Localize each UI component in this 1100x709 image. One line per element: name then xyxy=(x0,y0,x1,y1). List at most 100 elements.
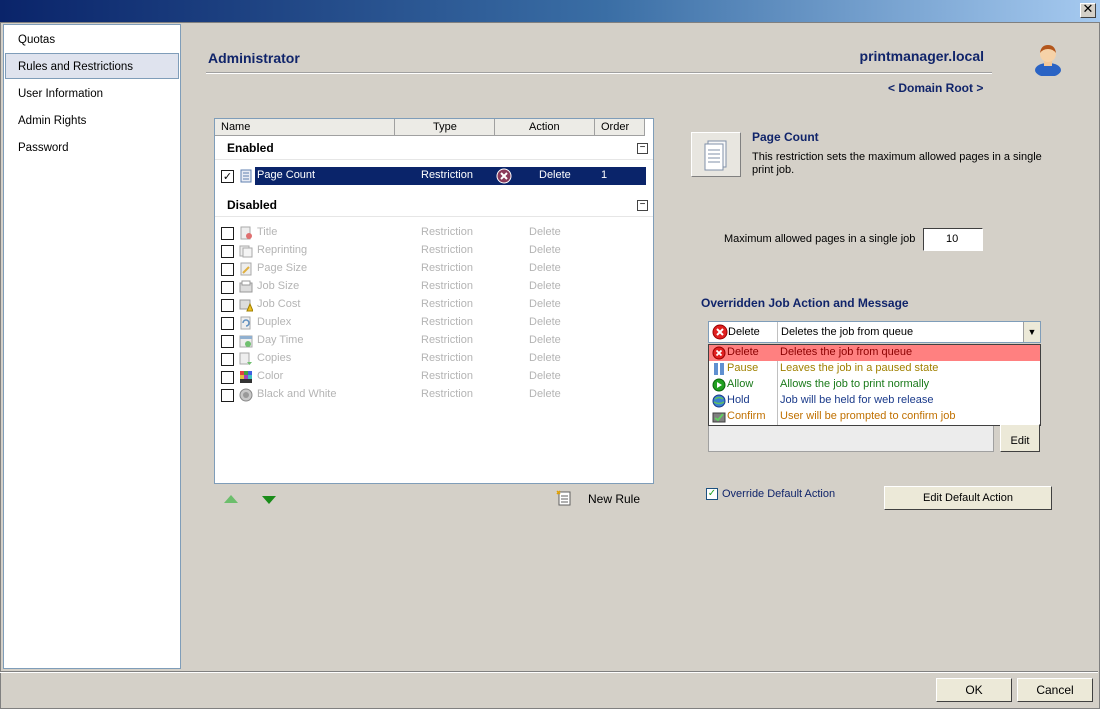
black-and-white-icon xyxy=(239,388,253,402)
sidebar-item-admin-rights[interactable]: Admin Rights xyxy=(5,107,179,133)
rule-action: Delete xyxy=(529,352,561,364)
option-desc: User will be prompted to confirm job xyxy=(780,410,956,422)
ok-button[interactable]: OK xyxy=(936,678,1012,702)
rule-checkbox[interactable] xyxy=(221,335,234,348)
option-pause[interactable]: Pause Leaves the job in a paused state xyxy=(709,361,1040,377)
rule-action: Delete xyxy=(529,244,561,256)
table-row[interactable]: Job Cost Restriction Delete xyxy=(215,296,653,314)
table-row[interactable]: Color Restriction Delete xyxy=(215,368,653,386)
domain-root-link[interactable]: < Domain Root > xyxy=(888,81,983,95)
job-action-dropdown[interactable]: Delete Deletes the job from queue ▼ xyxy=(708,321,1041,343)
group-header-enabled: Enabled xyxy=(227,141,274,155)
override-default-checkbox[interactable]: ✓ xyxy=(706,488,718,500)
copies-icon xyxy=(239,352,252,365)
option-name: Confirm xyxy=(727,410,766,422)
option-desc: Job will be held for web release xyxy=(780,394,934,406)
group-divider xyxy=(215,159,653,160)
rule-action: Delete xyxy=(529,280,561,292)
close-window-button[interactable]: ✕ xyxy=(1080,3,1096,18)
override-default-label[interactable]: Override Default Action xyxy=(722,488,835,500)
table-row[interactable]: Duplex Restriction Delete xyxy=(215,314,653,332)
allow-icon xyxy=(712,378,726,392)
rule-type: Restriction xyxy=(421,298,473,310)
move-up-icon[interactable] xyxy=(224,495,238,503)
group-header-disabled: Disabled xyxy=(227,198,278,212)
option-desc: Allows the job to print normally xyxy=(780,378,930,390)
chevron-down-icon[interactable]: ▼ xyxy=(1023,322,1040,342)
page-count-large-icon xyxy=(704,140,727,171)
cancel-button[interactable]: Cancel xyxy=(1017,678,1093,702)
rule-detail-icon-box xyxy=(691,132,741,177)
job-size-icon xyxy=(239,280,253,293)
table-row-page-count[interactable]: ✓ Page Count Restriction Delete 1 xyxy=(215,167,653,185)
rule-detail-description: This restriction sets the maximum allowe… xyxy=(752,151,1042,176)
edit-message-button[interactable]: Edit xyxy=(1000,424,1040,452)
option-confirm[interactable]: Confirm User will be prompted to confirm… xyxy=(709,409,1040,425)
rule-type: Restriction xyxy=(421,334,473,346)
rule-name: Page Size xyxy=(257,262,308,274)
collapse-disabled-button[interactable]: − xyxy=(637,200,648,211)
table-row[interactable]: Job Size Restriction Delete xyxy=(215,278,653,296)
column-header-name[interactable]: Name xyxy=(215,119,395,136)
rule-type: Restriction xyxy=(421,388,473,400)
rule-checkbox[interactable] xyxy=(221,389,234,402)
rule-detail-title: Page Count xyxy=(752,130,819,144)
rule-checkbox[interactable] xyxy=(221,245,234,258)
rule-type: Restriction xyxy=(421,226,473,238)
max-pages-label: Maximum allowed pages in a single job xyxy=(724,233,916,245)
delete-icon xyxy=(712,324,728,340)
rule-checkbox[interactable] xyxy=(221,299,234,312)
new-rule-icon[interactable] xyxy=(556,490,572,506)
option-name: Pause xyxy=(727,362,759,374)
rule-name: Title xyxy=(257,226,278,238)
job-cost-icon xyxy=(239,299,253,312)
delete-icon xyxy=(712,346,726,360)
rule-type: Restriction xyxy=(421,316,473,328)
collapse-enabled-button[interactable]: − xyxy=(637,143,648,154)
table-row[interactable]: Reprinting Restriction Delete xyxy=(215,242,653,260)
day-time-icon xyxy=(239,335,253,348)
dropdown-selected-desc: Deletes the job from queue xyxy=(781,326,914,338)
rule-checkbox[interactable] xyxy=(221,263,234,276)
rule-name: Day Time xyxy=(257,334,304,346)
sidebar-item-user-information[interactable]: User Information xyxy=(5,80,179,106)
rule-checkbox[interactable] xyxy=(221,227,234,240)
option-delete[interactable]: Delete Deletes the job from queue xyxy=(709,345,1040,361)
move-down-icon[interactable] xyxy=(262,496,276,504)
rule-action: Delete xyxy=(529,388,561,400)
rule-checkbox[interactable] xyxy=(221,281,234,294)
sidebar-item-password[interactable]: Password xyxy=(5,134,179,160)
max-pages-input[interactable]: 10 xyxy=(923,228,983,251)
message-text-box[interactable] xyxy=(708,426,994,452)
group-divider xyxy=(215,216,653,217)
table-row[interactable]: Copies Restriction Delete xyxy=(215,350,653,368)
rule-name: Black and White xyxy=(257,388,337,400)
rule-checkbox[interactable] xyxy=(221,353,234,366)
option-allow[interactable]: Allow Allows the job to print normally xyxy=(709,377,1040,393)
rule-name: Copies xyxy=(257,352,292,364)
color-icon xyxy=(240,371,252,383)
table-row[interactable]: Black and White Restriction Delete xyxy=(215,386,653,404)
user-avatar-icon xyxy=(1035,45,1061,76)
pause-icon xyxy=(714,363,724,375)
column-header-order[interactable]: Order xyxy=(595,119,645,136)
table-row[interactable]: Page Size Restriction Delete xyxy=(215,260,653,278)
table-row[interactable]: Title Restriction Delete xyxy=(215,224,653,242)
delete-action-icon xyxy=(496,168,512,184)
sidebar-item-rules-and-restrictions[interactable]: Rules and Restrictions xyxy=(5,53,179,79)
rule-type: Restriction xyxy=(421,169,473,181)
column-header-action[interactable]: Action xyxy=(495,119,595,136)
edit-default-action-button[interactable]: Edit Default Action xyxy=(884,486,1052,510)
rule-action: Delete xyxy=(529,298,561,310)
sidebar-item-quotas[interactable]: Quotas xyxy=(5,26,179,52)
option-name: Hold xyxy=(727,394,750,406)
rule-name: Job Size xyxy=(257,280,300,292)
confirm-icon xyxy=(712,412,726,423)
rule-checkbox[interactable] xyxy=(221,317,234,330)
new-rule-button[interactable]: New Rule xyxy=(588,492,640,506)
table-row[interactable]: Day Time Restriction Delete xyxy=(215,332,653,350)
rule-checkbox[interactable] xyxy=(221,371,234,384)
rule-checkbox[interactable]: ✓ xyxy=(221,170,234,183)
column-header-type[interactable]: Type xyxy=(395,119,495,136)
option-hold[interactable]: Hold Job will be held for web release xyxy=(709,393,1040,409)
